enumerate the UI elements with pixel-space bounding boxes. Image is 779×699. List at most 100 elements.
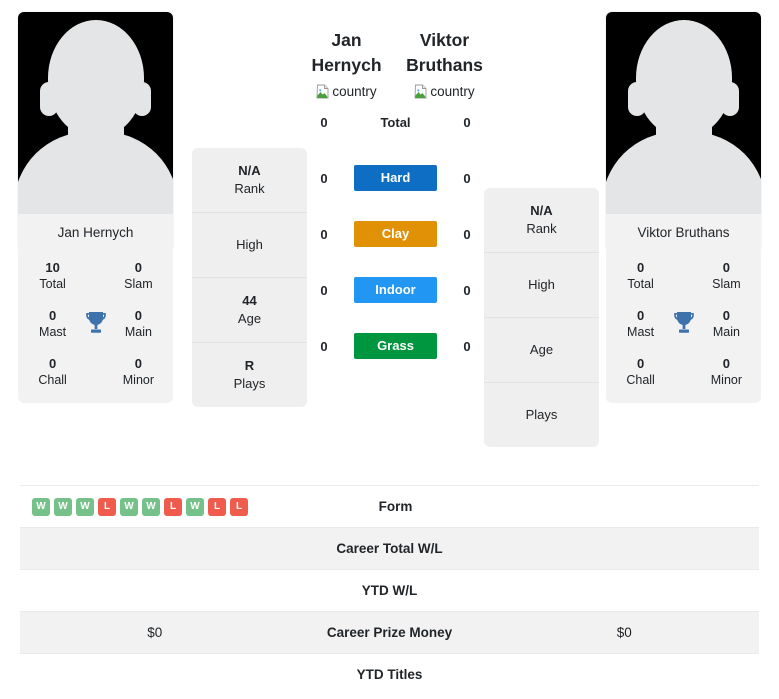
right-player-country-alt: country <box>430 84 475 99</box>
form-badge-w: W <box>76 497 94 516</box>
info-value: N/A <box>238 163 261 178</box>
stat-value: 0 <box>48 356 57 371</box>
table-row: 0 Chall 0 Minor <box>24 355 167 389</box>
info-value: N/A <box>530 203 553 218</box>
surface-pill-clay[interactable]: Clay <box>354 221 437 247</box>
stat-label: Chall <box>626 373 655 387</box>
stat-mast: 0 Mast <box>24 307 81 341</box>
right-value: 0 <box>463 282 471 298</box>
stat-chall: 0 Chall <box>24 355 81 389</box>
table-row-ytd-titles: YTD Titles <box>20 653 759 695</box>
stat-value: 10 <box>45 260 60 275</box>
left-player-country: country <box>316 84 377 99</box>
stat-label: Main <box>712 325 740 339</box>
player-names-row: Jan Hernych country Viktor Bruthans coun… <box>308 28 483 104</box>
info-label: Rank <box>234 181 265 196</box>
table-row-ytd-wl: YTD W/L <box>20 569 759 611</box>
left-value: 0 <box>320 282 328 298</box>
broken-image-icon <box>414 84 429 99</box>
right-value: 0 <box>463 170 471 186</box>
right-player-name[interactable]: Viktor Bruthans <box>406 28 483 78</box>
row-label: Form <box>378 499 413 514</box>
right-player-photo-caption: Viktor Bruthans <box>606 214 761 252</box>
form-badges: WWWLWWLWLL <box>32 497 248 516</box>
left-player-info-column: N/A Rank High 44 Age R Plays <box>191 0 308 407</box>
form-badge-w: W <box>120 497 138 516</box>
stat-value: 0 <box>722 356 731 371</box>
stat-value: 0 <box>636 356 645 371</box>
info-label: Plays <box>233 376 266 391</box>
trophy-icon <box>669 307 698 335</box>
info-label: High <box>236 237 263 252</box>
surface-row-hard: 0 Hard 0 <box>313 164 478 192</box>
right-player-titles-card: 0 Total 0 Slam 0 Mast 0 Main 0 Chall 0 M… <box>606 251 761 403</box>
left-value: 0 <box>320 114 328 130</box>
right-player-photo-card[interactable]: Viktor Bruthans <box>606 12 761 252</box>
stat-chall: 0 Chall <box>612 355 669 389</box>
stat-value: 0 <box>722 308 731 323</box>
surface-pill-indoor[interactable]: Indoor <box>354 277 437 303</box>
stat-value: 0 <box>134 308 143 323</box>
table-row: 10 Total 0 Slam <box>24 259 167 293</box>
left-player-photo-caption: Jan Hernych <box>18 214 173 252</box>
surface-pill-hard[interactable]: Hard <box>354 165 437 191</box>
table-row-career-prize-money: $0 Career Prize Money $0 <box>20 611 759 653</box>
info-rank: N/A Rank <box>192 148 307 213</box>
table-row: 0 Chall 0 Minor <box>612 355 755 389</box>
left-value: 0 <box>320 338 328 354</box>
right-value: 0 <box>463 338 471 354</box>
right-player-photo-column: Viktor Bruthans 0 Total 0 Slam 0 Mast 0 … <box>600 0 779 403</box>
info-plays: R Plays <box>192 343 307 407</box>
left-value: $0 <box>147 625 163 640</box>
stat-label: Minor <box>710 373 743 387</box>
stat-slam: 0 Slam <box>110 259 167 293</box>
stat-label: Total <box>627 277 654 291</box>
stat-label: Total <box>39 277 66 291</box>
form-badge-l: L <box>230 497 248 516</box>
stat-label: Minor <box>122 373 155 387</box>
info-value: R <box>244 358 255 373</box>
stat-value: 0 <box>636 308 645 323</box>
stat-main: 0 Main <box>698 307 755 341</box>
row-label: YTD Titles <box>356 667 423 682</box>
head-to-head-center-column: Jan Hernych country Viktor Bruthans coun… <box>308 0 483 360</box>
trophy-icon <box>81 307 110 335</box>
info-label: Rank <box>526 221 557 236</box>
form-badge-w: W <box>142 497 160 516</box>
info-value: 44 <box>242 293 257 308</box>
left-player-photo-column: Jan Hernych 10 Total 0 Slam 0 Mast 0 Mai… <box>0 0 191 403</box>
surface-row-grass: 0 Grass 0 <box>313 332 478 360</box>
stat-minor: 0 Minor <box>110 355 167 389</box>
surface-pill-grass[interactable]: Grass <box>354 333 437 359</box>
info-age: 44 Age <box>192 278 307 343</box>
surface-row-total: 0 Total 0 <box>313 108 478 136</box>
stat-label: Mast <box>39 325 67 339</box>
stat-label: Chall <box>38 373 67 387</box>
right-player-country: country <box>414 84 475 99</box>
left-value: 0 <box>320 226 328 242</box>
info-high: High <box>484 253 599 318</box>
form-badge-l: L <box>208 497 226 516</box>
left-player-photo-card[interactable]: Jan Hernych <box>18 12 173 252</box>
right-player-info-panel: N/A Rank High Age Plays <box>484 188 599 447</box>
stat-value: 0 <box>636 260 645 275</box>
stat-label: Mast <box>627 325 655 339</box>
table-row: 0 Mast 0 Main <box>612 307 755 341</box>
surface-label: Total <box>380 114 411 130</box>
info-plays: Plays <box>484 383 599 447</box>
form-badge-w: W <box>54 497 72 516</box>
right-value: 0 <box>463 226 471 242</box>
stat-main: 0 Main <box>110 307 167 341</box>
stat-label: Slam <box>712 277 741 291</box>
stat-label: Slam <box>124 277 153 291</box>
right-value: 0 <box>463 114 471 130</box>
surface-comparison-table: 0 Total 0 0 Hard 0 0 Clay 0 0 Indoor 0 0 <box>313 108 478 360</box>
left-player-name[interactable]: Jan Hernych <box>308 28 385 78</box>
form-badge-w: W <box>32 497 50 516</box>
left-form-cell: WWWLWWLWLL <box>20 497 296 516</box>
form-badge-l: L <box>164 497 182 516</box>
left-value: 0 <box>320 170 328 186</box>
left-player-header: Jan Hernych country <box>308 28 385 104</box>
row-label: YTD W/L <box>361 583 418 598</box>
stat-minor: 0 Minor <box>698 355 755 389</box>
